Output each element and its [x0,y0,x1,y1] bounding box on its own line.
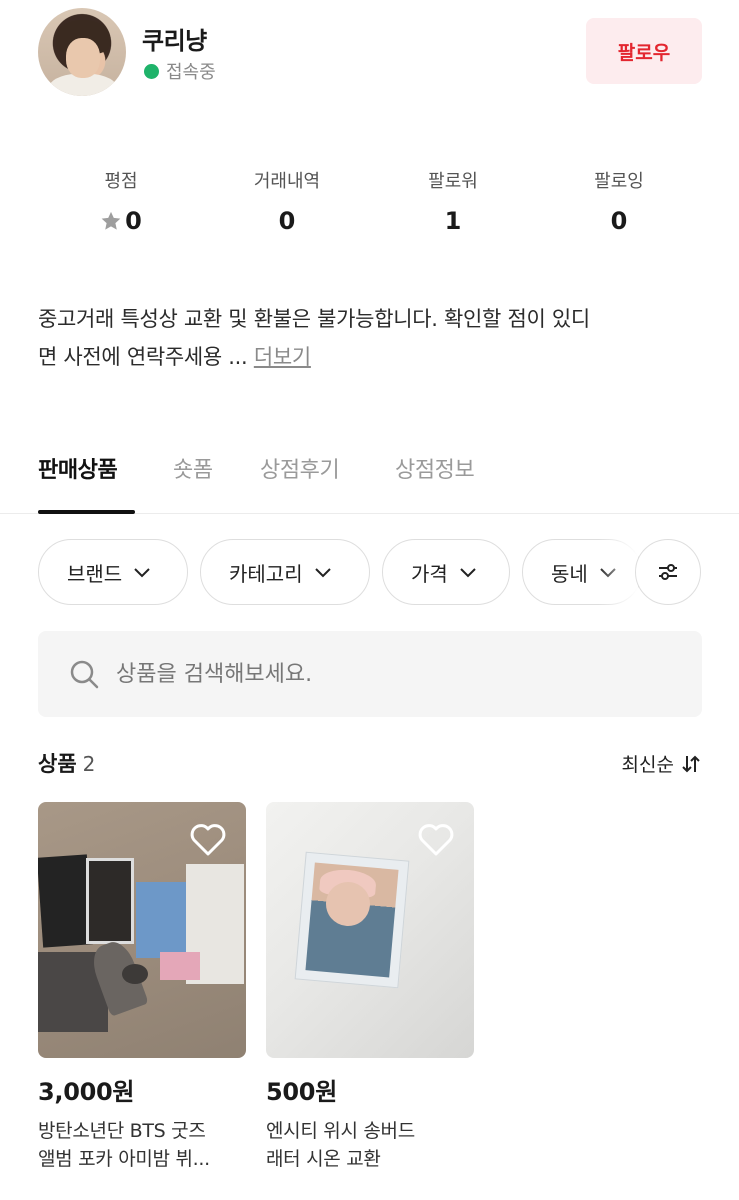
tab-shortform[interactable]: 숏폼 [173,452,213,506]
filter-category-label: 카테고리 [229,561,303,586]
products-title: 상품 [38,752,77,776]
tab-products[interactable]: 판매상품 [38,452,118,506]
online-status-label: 접속중 [166,62,216,83]
store-description: 중고거래 특성상 교환 및 환불은 불가능합니다. 확인할 점이 있디 면 사전… [38,300,708,376]
filter-fade [598,539,638,605]
products-header: 상품 2 최신순 [38,748,702,782]
stat-followers[interactable]: 팔로워 1 [370,167,536,235]
stat-value: 0 [278,207,296,235]
lightstick-head [122,964,148,984]
more-link[interactable]: 더보기 [254,345,311,369]
album-box [38,854,94,948]
stat-value: 1 [444,207,462,235]
heart-icon[interactable] [416,820,456,860]
heart-icon[interactable] [188,820,228,860]
profile-name: 쿠리냥 [142,27,207,55]
online-status: 접속중 [144,58,216,84]
stat-following[interactable]: 팔로잉 0 [536,167,702,235]
product-image[interactable] [38,802,246,1058]
stat-label: 거래내역 [253,171,321,192]
sort-label: 최신순 [621,754,674,776]
tab-reviews[interactable]: 상점후기 [260,452,340,506]
product-title-line: 엔시티 위시 송버드 [266,1120,415,1142]
description-line-1: 중고거래 특성상 교환 및 환불은 불가능합니다. 확인할 점이 있디 [38,307,590,331]
sliders-icon [659,564,677,580]
active-tab-indicator [38,510,135,514]
sort-button[interactable]: 최신순 [622,750,702,777]
tab-store-info[interactable]: 상점정보 [395,452,475,506]
profile-header: 쿠리냥 접속중 팔로우 [38,8,702,98]
products-count: 2 [82,752,96,776]
product-image[interactable] [266,802,474,1058]
stat-label: 평점 [104,171,138,192]
filter-neighborhood-label: 동네 [551,561,588,586]
filter-price-label: 가격 [411,561,448,586]
stat-label: 팔로잉 [594,171,644,192]
stat-rating[interactable]: 평점 0 [38,167,204,235]
filter-price[interactable]: 가격 [382,539,510,605]
product-title-line: 방탄소년단 BTS 굿즈 [38,1120,206,1142]
stat-label: 팔로워 [428,171,478,192]
online-dot-icon [144,63,159,79]
product-price: 3,000원 [38,1078,135,1106]
product-title[interactable]: 엔시티 위시 송버드 래터 시온 교환 [266,1117,474,1173]
product-title-line: 래터 시온 교환 [266,1148,381,1170]
filter-category[interactable]: 카테고리 [200,539,370,605]
chevron-down-icon [314,568,331,578]
stat-value: 0 [125,207,142,235]
filter-bar: 브랜드 카테고리 가격 동네 [38,539,702,605]
product-card[interactable]: 3,000원 방탄소년단 BTS 굿즈 앨범 포카 아미밤 뷔... [38,802,246,1173]
store-tabs: 판매상품 숏폼 상점후기 상점정보 [0,452,739,514]
product-title[interactable]: 방탄소년단 BTS 굿즈 앨범 포카 아미밤 뷔... [38,1117,246,1173]
search-icon [70,660,99,689]
stat-value-row: 0 [38,207,204,235]
pink-card [160,952,200,980]
avatar[interactable] [38,8,126,96]
filter-brand-label: 브랜드 [67,561,123,586]
chevron-down-icon [460,568,476,578]
avatar-face [66,38,100,78]
filter-brand[interactable]: 브랜드 [38,539,188,605]
product-title-line: 앨범 포카 아미밤 뷔... [38,1148,210,1170]
store-stats: 평점 0 거래내역 0 팔로워 1 팔로잉 0 [38,167,702,235]
sort-arrows-icon [682,755,700,772]
stat-value: 0 [610,207,628,235]
product-price: 500원 [266,1078,337,1106]
star-icon [101,211,121,230]
chevron-down-icon [134,568,150,578]
description-line-2-text: 면 사전에 연락주세용 ... [38,345,248,369]
description-line-2: 면 사전에 연락주세용 ... 더보기 [38,338,708,376]
product-card[interactable]: 500원 엔시티 위시 송버드 래터 시온 교환 [266,802,474,1173]
product-search-box[interactable] [38,631,702,717]
filter-settings-button[interactable] [635,539,701,605]
album [86,858,134,944]
stat-transactions[interactable]: 거래내역 0 [204,167,370,235]
follow-button[interactable]: 팔로우 [586,18,702,84]
search-input[interactable] [116,661,636,687]
